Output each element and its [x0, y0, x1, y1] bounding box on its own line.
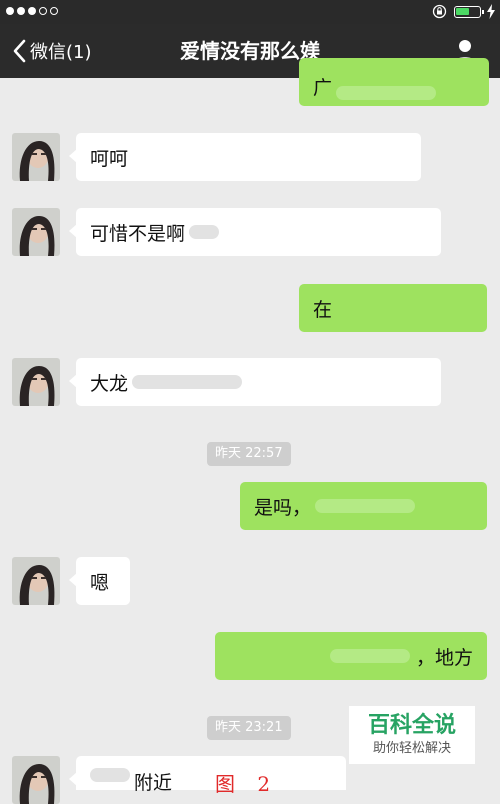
message-bubble-incoming[interactable]: 嗯	[69, 557, 130, 605]
battery-icon	[454, 6, 484, 18]
message-timestamp: 昨天 23:21	[207, 716, 291, 740]
message-text: 大龙	[90, 372, 129, 395]
message-text: 附近	[134, 772, 173, 794]
avatar[interactable]	[12, 756, 60, 804]
message-bubble-outgoing[interactable]: 广	[299, 58, 489, 106]
avatar-image	[12, 133, 60, 181]
avatar-image	[12, 358, 60, 406]
message-bubble-incoming[interactable]: 附近	[69, 756, 346, 794]
redacted-text	[189, 225, 220, 239]
charging-icon	[487, 4, 495, 19]
message-text: 嗯	[90, 571, 110, 594]
redacted-text	[315, 499, 416, 513]
chevron-left-icon	[13, 39, 26, 63]
redacted-text	[329, 649, 410, 663]
watermark-subtitle: 助你轻松解决	[372, 741, 451, 756]
signal-strength-icon	[6, 7, 58, 15]
avatar[interactable]	[12, 358, 60, 406]
avatar-image	[12, 208, 60, 256]
message-text: 是吗，	[254, 496, 312, 519]
watermark: 百科全说 助你轻松解决	[349, 706, 475, 764]
back-button[interactable]: 微信(1)	[12, 24, 92, 78]
message-bubble-incoming[interactable]: 可惜不是啊	[69, 208, 441, 256]
battery-level	[456, 8, 470, 15]
watermark-title: 百科全说	[367, 713, 456, 738]
redacted-text	[336, 86, 437, 100]
avatar-image	[12, 557, 60, 605]
message-text: 呵呵	[90, 147, 129, 170]
avatar-image	[12, 756, 60, 804]
avatar[interactable]	[12, 557, 60, 605]
message-bubble-outgoing[interactable]: 在	[299, 284, 487, 332]
message-timestamp: 昨天 22:57	[207, 442, 291, 466]
message-bubble-outgoing[interactable]: ，地方	[215, 632, 487, 680]
figure-label: 图 2	[215, 772, 279, 796]
back-label: 微信(1)	[30, 42, 92, 63]
message-bubble-incoming[interactable]: 呵呵	[69, 133, 421, 181]
rotation-lock-icon	[432, 4, 447, 19]
message-text: ，地方	[415, 646, 473, 669]
message-text: 可惜不是啊	[90, 222, 186, 245]
avatar[interactable]	[12, 208, 60, 256]
avatar[interactable]	[12, 133, 60, 181]
redacted-text	[132, 375, 243, 389]
redacted-text	[90, 768, 130, 782]
message-text: 广	[313, 77, 333, 99]
message-bubble-outgoing[interactable]: 是吗，	[240, 482, 487, 530]
message-bubble-incoming[interactable]: 大龙	[69, 358, 441, 406]
message-text: 在	[313, 298, 333, 321]
status-bar	[0, 0, 500, 24]
